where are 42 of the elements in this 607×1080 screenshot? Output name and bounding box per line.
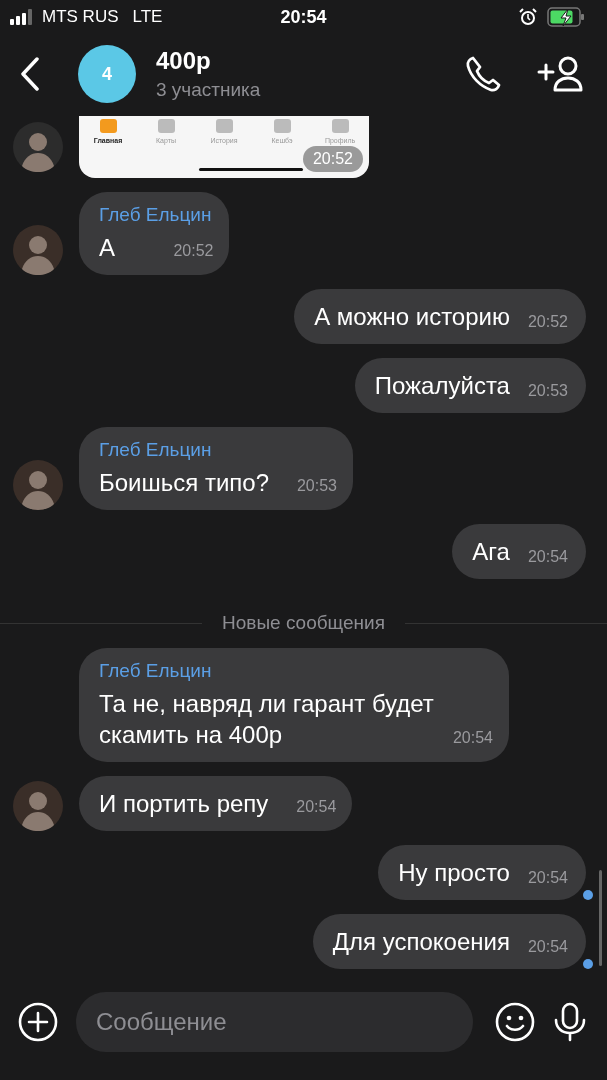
sender-name: Глеб Ельцин <box>99 204 212 226</box>
message-time: 20:54 <box>527 548 568 567</box>
emoji-icon[interactable] <box>495 1002 535 1042</box>
message-time: 20:54 <box>527 869 568 888</box>
add-user-icon[interactable] <box>537 56 583 92</box>
clock-time: 20:54 <box>279 6 328 28</box>
group-avatar: 4 <box>78 45 136 103</box>
sender-name: Глеб Ельцин <box>99 660 213 682</box>
message-text: А <box>99 234 115 261</box>
message-text: Та не, навряд ли гарант будет скамить на 400р <box>99 690 434 748</box>
tab-icon <box>273 119 291 133</box>
message-time: 20:54 <box>527 938 568 957</box>
members-count: 3 участника <box>156 79 262 101</box>
carrier-name: MTS RUS <box>42 7 119 27</box>
message-time: 20:53 <box>296 477 337 496</box>
message-text: Ну просто <box>398 858 510 888</box>
message-time: 20:54 <box>296 798 337 817</box>
chat-title: 400р <box>156 47 212 75</box>
message-time: 20:52 <box>302 146 363 172</box>
message-text: И портить репу <box>99 790 269 817</box>
message-time: 20:52 <box>173 242 214 261</box>
message-text: Ага <box>472 537 510 567</box>
message-text: Для успокоения <box>332 927 510 957</box>
alarm-icon <box>519 8 537 26</box>
sender-name: Глеб Ельцин <box>99 439 213 461</box>
microphone-icon[interactable] <box>553 1002 587 1042</box>
phone-icon[interactable] <box>465 55 503 93</box>
message-time: 20:53 <box>527 382 568 401</box>
back-icon[interactable] <box>20 57 40 91</box>
tab-icon <box>331 119 349 133</box>
message-time: 20:52 <box>527 313 568 332</box>
tab-icon <box>99 119 117 133</box>
message-text: Пожалуйста <box>374 371 510 401</box>
tab-icon <box>215 119 233 133</box>
message-text: А можно историю <box>314 302 510 332</box>
message-input[interactable]: Сообщение <box>76 992 473 1052</box>
network-type: LTE <box>132 7 163 27</box>
tab-icon <box>157 119 175 133</box>
add-icon[interactable] <box>18 1002 58 1042</box>
message-text: Боишься типо? <box>99 469 269 496</box>
battery-icon <box>547 7 585 27</box>
message-time: 20:54 <box>452 729 493 748</box>
